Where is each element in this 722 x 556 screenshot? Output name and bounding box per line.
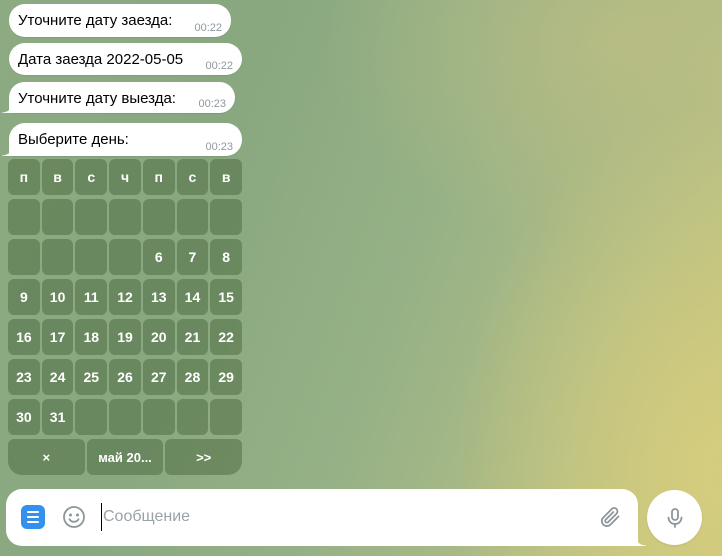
weekday-button[interactable]: в [41,159,74,195]
week-row: 9 10 11 12 13 14 15 [8,279,243,315]
day-button[interactable]: 31 [41,399,74,435]
day-button[interactable]: 11 [75,279,108,315]
day-button[interactable] [75,199,108,235]
day-button[interactable] [109,199,141,235]
day-button[interactable] [210,399,243,435]
day-button[interactable]: 12 [109,279,141,315]
day-button[interactable]: 13 [142,279,175,315]
weekday-button[interactable]: в [210,159,243,195]
message-bubble: Уточните дату выезда: 00:23 [2,82,235,113]
calendar-keyboard: п в с ч п с в 6 7 8 9 10 11 12 13 14 15 … [8,159,243,479]
day-button[interactable]: 24 [41,359,74,395]
paperclip-icon[interactable] [598,505,622,529]
weekday-button[interactable]: ч [109,159,141,195]
day-button[interactable]: 10 [41,279,74,315]
day-button[interactable]: 16 [8,319,40,355]
menu-icon[interactable] [21,505,45,529]
weekday-button[interactable]: с [176,159,209,195]
day-button[interactable] [109,239,141,275]
message-time: 00:23 [198,98,226,110]
calendar-nav-row: × май 20... >> [8,439,243,475]
emoji-icon[interactable] [62,505,86,529]
week-row: 30 31 [8,399,243,435]
week-row: 6 7 8 [8,239,243,275]
weekday-button[interactable]: п [142,159,175,195]
day-button[interactable] [176,399,209,435]
menu-line [27,521,39,523]
message-text: Дата заезда 2022-05-05 [18,51,184,68]
day-button[interactable]: 27 [142,359,175,395]
day-button[interactable]: 25 [75,359,108,395]
menu-line [27,511,39,513]
day-button[interactable]: 8 [210,239,243,275]
day-button[interactable]: 30 [8,399,40,435]
message-bubble: Уточните дату заезда: 00:22 [9,4,231,37]
day-button[interactable]: 6 [142,239,175,275]
day-button[interactable] [109,399,141,435]
day-button[interactable] [142,399,175,435]
day-button[interactable] [8,239,40,275]
message-time: 00:22 [205,60,233,72]
message-text: Уточните дату заезда: [18,12,173,29]
day-button[interactable]: 29 [210,359,243,395]
microphone-icon[interactable] [647,490,702,545]
week-row [8,199,243,235]
day-button[interactable]: 20 [142,319,175,355]
day-button[interactable]: 23 [8,359,40,395]
day-button[interactable]: 17 [41,319,74,355]
day-button[interactable]: 7 [176,239,209,275]
day-button[interactable] [8,199,40,235]
day-button[interactable] [176,199,209,235]
day-button[interactable]: 15 [210,279,243,315]
message-bubble: Выберите день: 00:23 [2,123,242,156]
weekday-row: п в с ч п с в [8,159,243,195]
day-button[interactable] [41,239,74,275]
message-input[interactable] [101,503,581,531]
next-month-button[interactable]: >> [165,439,243,475]
cancel-button[interactable]: × [8,439,85,475]
message-text: Выберите день: [18,131,129,148]
day-button[interactable] [75,399,108,435]
message-text: Уточните дату выезда: [18,90,176,107]
day-button[interactable] [75,239,108,275]
day-button[interactable]: 28 [176,359,209,395]
message-time: 00:23 [205,141,233,153]
message-bubble: Дата заезда 2022-05-05 00:22 [9,43,242,75]
menu-line [27,516,39,518]
day-button[interactable]: 9 [8,279,40,315]
week-row: 16 17 18 19 20 21 22 [8,319,243,355]
weekday-button[interactable]: п [8,159,40,195]
day-button[interactable]: 14 [176,279,209,315]
day-button[interactable] [142,199,175,235]
weekday-button[interactable]: с [75,159,108,195]
day-button[interactable]: 21 [176,319,209,355]
day-button[interactable]: 18 [75,319,108,355]
day-button[interactable]: 19 [109,319,141,355]
day-button[interactable]: 26 [109,359,141,395]
month-button[interactable]: май 20... [86,439,164,475]
day-button[interactable] [210,199,243,235]
week-row: 23 24 25 26 27 28 29 [8,359,243,395]
message-time: 00:22 [194,22,222,34]
day-button[interactable]: 22 [210,319,243,355]
message-composer [6,489,646,546]
day-button[interactable] [41,199,74,235]
